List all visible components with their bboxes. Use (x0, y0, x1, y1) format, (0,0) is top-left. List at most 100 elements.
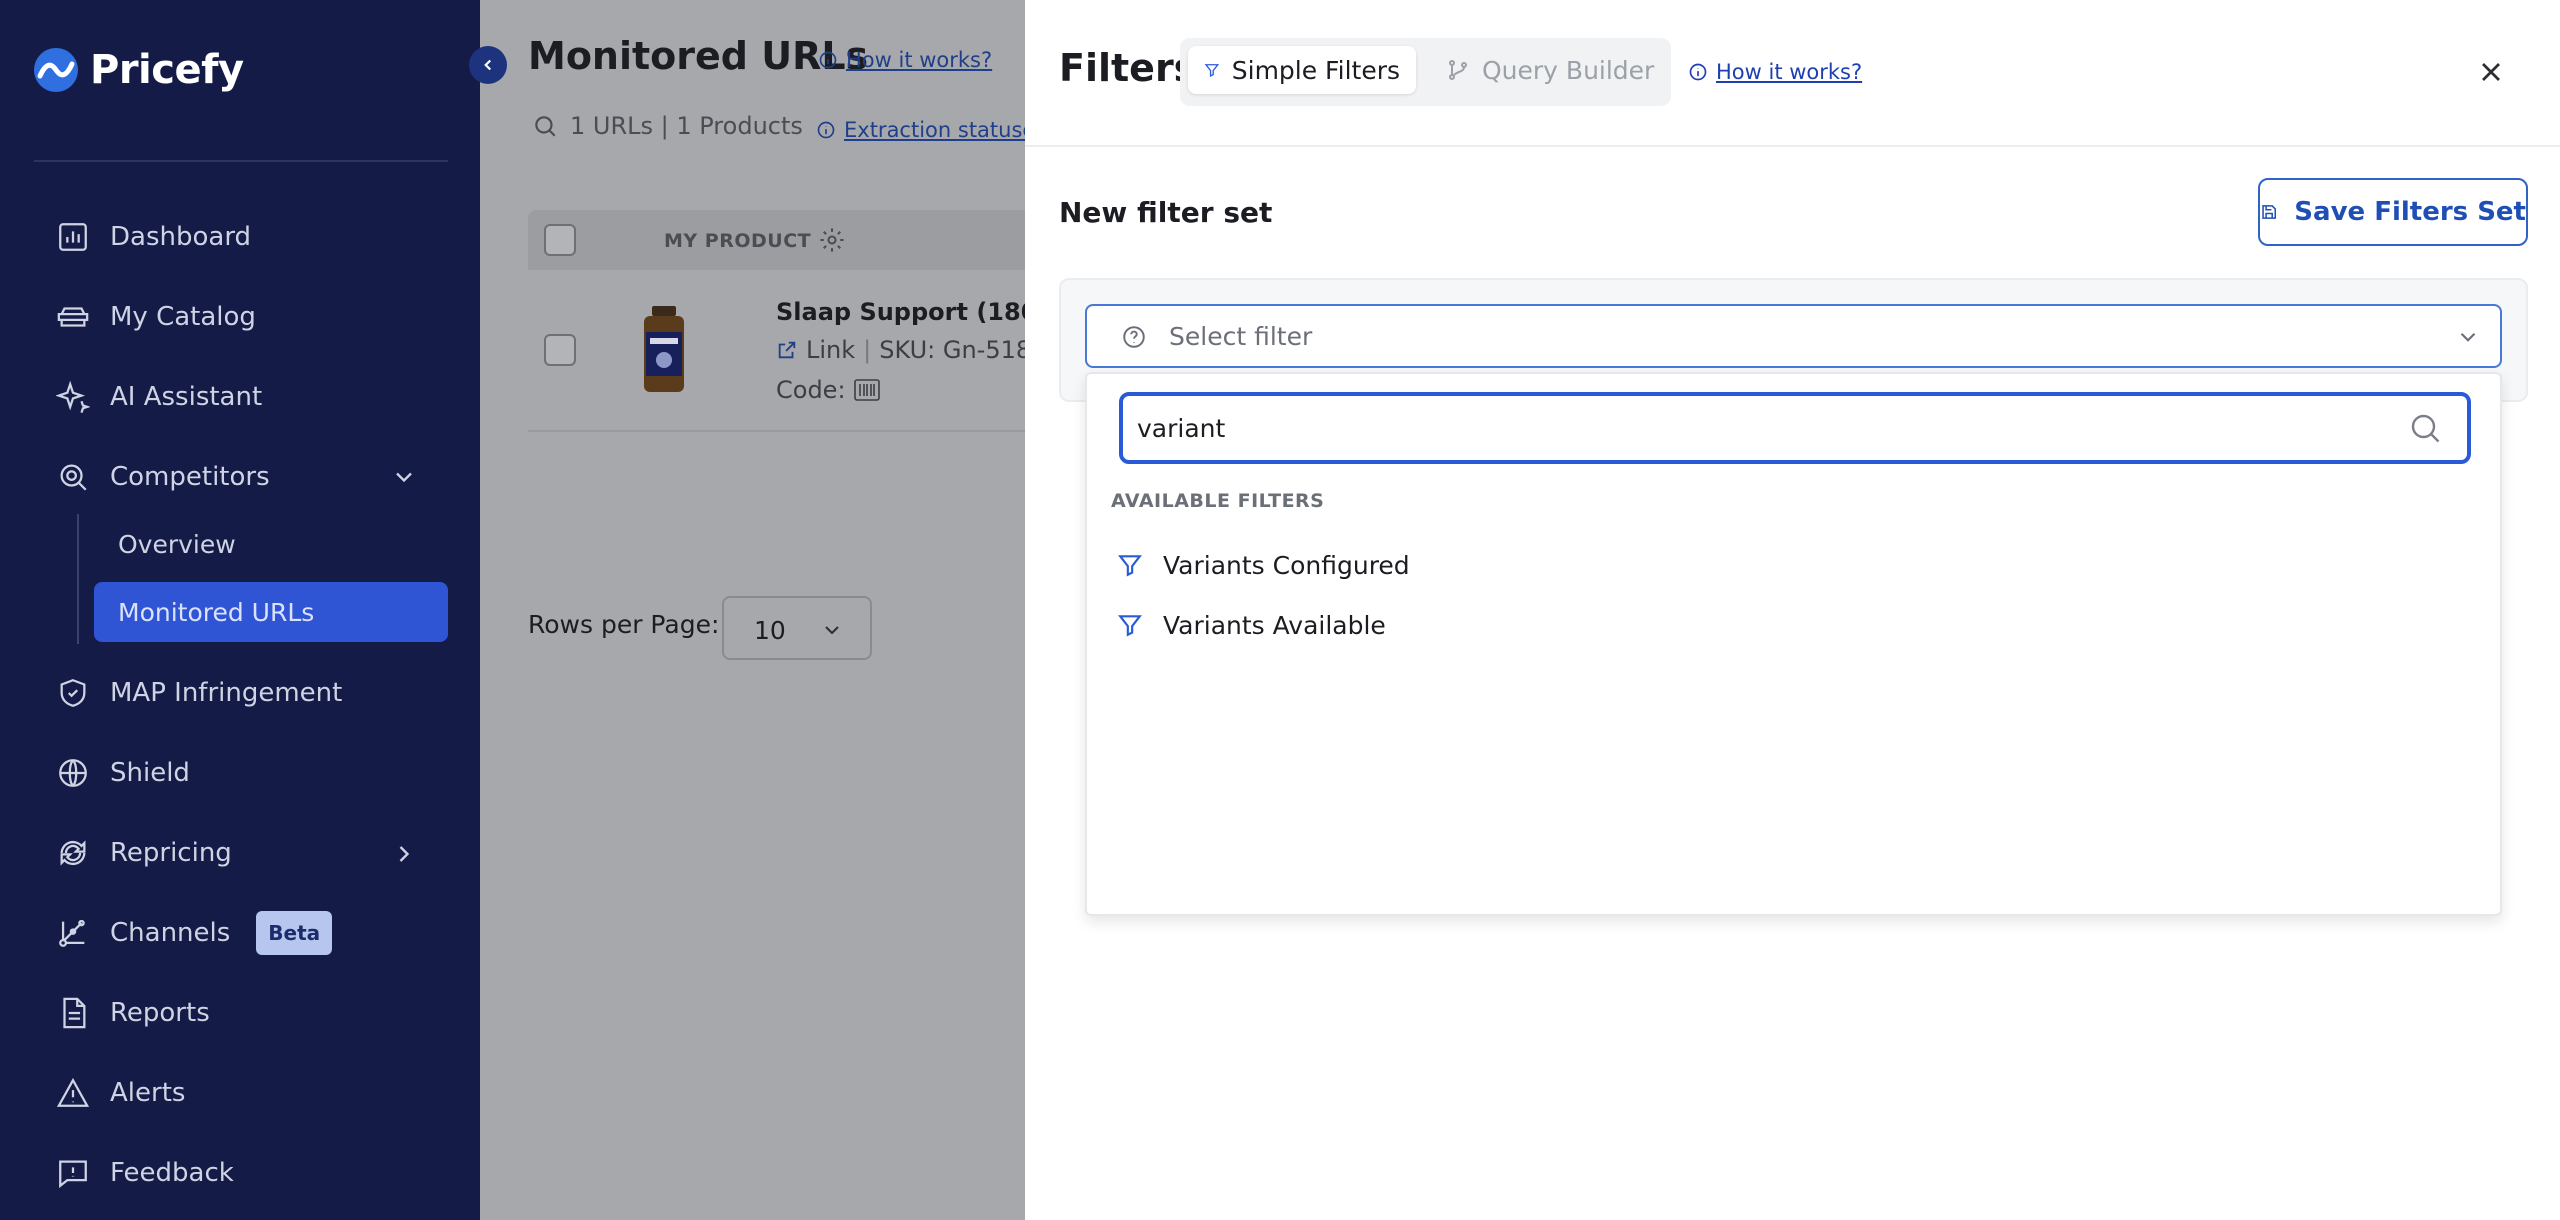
tab-query-builder-label: Query Builder (1482, 55, 1655, 85)
sidebar-item-channels[interactable]: Channels Beta (56, 908, 333, 958)
filters-panel: Filters Simple Filters Query Builder How… (1025, 0, 2560, 1220)
sidebar-item-my-catalog[interactable]: My Catalog (56, 292, 256, 342)
sidebar-item-label: Feedback (110, 1158, 234, 1188)
tab-query-builder[interactable]: Query Builder (1430, 46, 1670, 94)
rows-per-page-select[interactable]: 10 (722, 596, 872, 660)
external-link-icon[interactable] (776, 339, 798, 361)
close-icon[interactable] (2475, 56, 2507, 88)
sidebar-item-label: Repricing (110, 838, 232, 868)
select-all-checkbox[interactable] (544, 224, 576, 256)
sidebar-item-competitors[interactable]: Competitors (56, 452, 270, 502)
document-icon (63, 997, 86, 1029)
sidebar: Pricefy Dashboard My Catalog AI Assistan… (0, 0, 480, 1220)
sidebar-item-label: Shield (110, 758, 190, 788)
filter-mode-toggle: Simple Filters Query Builder (1180, 38, 1671, 106)
warning-icon (56, 1077, 90, 1107)
save-icon (2262, 205, 2277, 219)
gear-icon[interactable] (818, 226, 846, 254)
repricing-icon (60, 840, 86, 866)
select-filter-dropdown[interactable]: Select filter (1085, 304, 2502, 368)
save-filters-set-label: Save Filters Set (2294, 197, 2526, 227)
stats-text: 1 URLs | 1 Products (570, 112, 803, 140)
product-name[interactable]: Slaap Support (180 vega... (776, 298, 1025, 326)
feedback-icon (59, 1160, 87, 1189)
filter-search-box[interactable] (1119, 392, 2471, 464)
help-circle-icon (1123, 326, 1145, 348)
chevron-down-icon (825, 626, 839, 635)
chevron-down-icon[interactable] (390, 463, 418, 491)
filters-how-it-works-link[interactable]: How it works? (1688, 60, 1862, 84)
sidebar-item-shield[interactable]: Shield (56, 748, 190, 798)
sidebar-subitem-overview[interactable]: Overview (94, 514, 448, 574)
extraction-statuses-link[interactable]: Extraction statuses (816, 118, 1025, 142)
sidebar-item-feedback[interactable]: Feedback (56, 1148, 234, 1198)
sidebar-item-label: Dashboard (110, 222, 252, 252)
product-thumbnail (644, 306, 684, 392)
filter-search-input[interactable] (1137, 408, 2357, 448)
column-my-product: MY PRODUCT (664, 230, 812, 252)
select-filter-placeholder: Select filter (1169, 322, 1313, 351)
filter-set-title: New filter set (1059, 196, 1273, 229)
available-filters-label: AVAILABLE FILTERS (1111, 490, 1325, 512)
sidebar-collapse-button[interactable] (469, 46, 507, 84)
sidebar-item-repricing[interactable]: Repricing (56, 828, 232, 878)
app-name: Pricefy (90, 47, 244, 93)
sidebar-subitem-label: Monitored URLs (118, 597, 315, 627)
filter-option-variants-configured[interactable]: Variants Configured (1117, 540, 1410, 590)
chevron-right-icon[interactable] (390, 840, 418, 868)
sidebar-item-dashboard[interactable]: Dashboard (56, 212, 251, 262)
filter-icon (1118, 615, 1142, 637)
pricefy-logo[interactable]: Pricefy (32, 46, 244, 94)
git-branch-icon (1449, 60, 1467, 80)
product-meta: Link | SKU: Gn-518 (776, 336, 1025, 364)
shield-check-icon (60, 679, 86, 707)
catalog-icon (57, 307, 89, 327)
filter-icon (1204, 64, 1220, 77)
table-row[interactable]: Slaap Support (180 vega... Link | SKU: G… (528, 270, 1025, 432)
info-icon (1689, 63, 1707, 81)
filters-how-it-works-text: How it works? (1716, 60, 1863, 84)
dashboard-icon (59, 223, 87, 251)
channels-icon (59, 919, 85, 947)
search-icon (535, 116, 556, 137)
rows-per-page-value: 10 (754, 616, 786, 645)
chevron-down-icon (2460, 332, 2476, 342)
sidebar-item-label: Reports (110, 998, 210, 1028)
main-content: Monitored URLs How it works? 1 URLs | 1 … (480, 0, 1025, 1220)
tab-simple-filters-label: Simple Filters (1231, 55, 1400, 85)
filters-title: Filters (1059, 46, 1197, 90)
info-icon (819, 51, 837, 69)
sidebar-item-alerts[interactable]: Alerts (56, 1068, 185, 1118)
product-sku: SKU: Gn-518 (879, 336, 1025, 364)
beta-badge: Beta (256, 911, 333, 955)
sidebar-subitem-monitored-urls[interactable]: Monitored URLs (94, 582, 448, 642)
barcode-icon (853, 379, 880, 401)
sidebar-item-reports[interactable]: Reports (56, 988, 210, 1038)
info-icon (817, 121, 835, 139)
pricefy-logo-icon (34, 48, 78, 92)
sidebar-item-map-infringement[interactable]: MAP Infringement (56, 668, 342, 718)
panel-divider (1025, 145, 2560, 147)
tab-simple-filters[interactable]: Simple Filters (1188, 46, 1416, 94)
filter-icon (1118, 555, 1142, 577)
sparkle-icon (56, 380, 90, 413)
table-header: MY PRODUCT (528, 210, 1025, 270)
filter-option-variants-available[interactable]: Variants Available (1117, 600, 1386, 650)
how-it-works-link[interactable]: How it works? (818, 48, 992, 72)
sidebar-item-label: MAP Infringement (110, 678, 343, 708)
product-link[interactable]: Link (806, 336, 855, 364)
row-checkbox[interactable] (544, 334, 576, 366)
product-code-label: Code: (776, 376, 846, 404)
rows-per-page-label: Rows per Page: (528, 610, 720, 639)
sidebar-item-ai-assistant[interactable]: AI Assistant (56, 372, 262, 422)
url-stats: 1 URLs | 1 Products (532, 112, 803, 140)
filter-options-dropdown: AVAILABLE FILTERS Variants Configured Va… (1085, 372, 2502, 916)
sidebar-item-label: Alerts (110, 1078, 186, 1108)
extraction-statuses-text: Extraction statuses (844, 118, 1025, 142)
save-filters-set-button[interactable]: Save Filters Set (2258, 178, 2528, 246)
search-icon (2411, 414, 2440, 443)
sidebar-subitem-label: Overview (118, 529, 236, 559)
how-it-works-text: How it works? (846, 48, 993, 72)
sidebar-item-label: My Catalog (110, 302, 256, 332)
chevron-left-icon (484, 59, 492, 71)
